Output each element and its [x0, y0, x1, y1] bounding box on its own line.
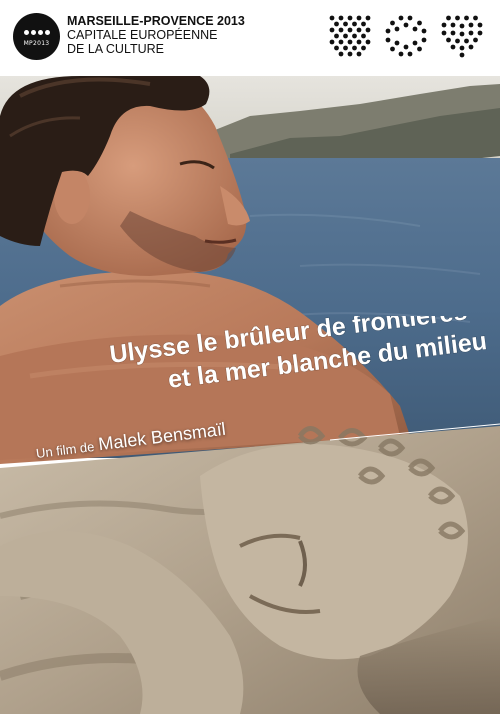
logo-dots-icon	[24, 30, 50, 36]
org-line-3: DE LA CULTURE	[67, 42, 165, 56]
org-line-1: MARSEILLE-PROVENCE 2013	[67, 14, 245, 28]
film-title: Ulysse le brûleur de frontières et la me…	[108, 316, 489, 394]
mp2013-logo: MP2013	[13, 13, 60, 60]
logo-text: MP2013	[23, 40, 50, 47]
header-bar: MP2013 MARSEILLE-PROVENCE 2013 CAPITALE …	[0, 0, 500, 76]
diamond-dot-pattern-icon	[329, 15, 371, 57]
ring-dot-pattern-icon	[385, 15, 427, 57]
org-line-2: CAPITALE EUROPÉENNE	[67, 28, 218, 42]
heart-dot-pattern-icon	[441, 15, 483, 58]
organization-name: MARSEILLE-PROVENCE 2013 CAPITALE EUROPÉE…	[67, 14, 245, 56]
